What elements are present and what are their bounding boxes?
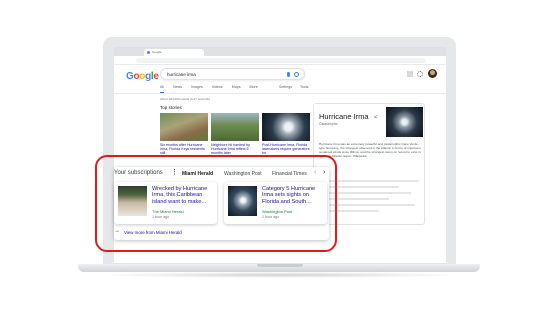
chevron-left-icon[interactable]: ‹ <box>314 169 316 176</box>
address-bar <box>114 56 446 65</box>
tab-videos[interactable]: Videos <box>212 85 223 93</box>
kp-fact-line <box>319 198 389 200</box>
top-stories-heading: Top stories <box>160 105 182 110</box>
search-query: hurricane irma <box>167 72 196 77</box>
story-headline[interactable]: Neighbors hit hardest by Hurricane Irma … <box>211 143 259 156</box>
story-card[interactable]: Post-Hurricane Irma, Florida lawmakers r… <box>262 113 310 156</box>
search-input[interactable]: hurricane irma <box>160 68 305 80</box>
browser-tab-title: Google <box>152 50 162 54</box>
knowledge-panel-subtitle: Catastrophe <box>319 122 338 126</box>
news-headline[interactable]: Category 5 Hurricane Irma sets sights on… <box>262 186 325 205</box>
stage: Google Google hurricane irma All News Im… <box>0 0 560 315</box>
news-source: Washington Post <box>262 209 293 214</box>
tab-settings[interactable]: Settings <box>279 85 292 89</box>
avatar[interactable] <box>428 69 437 78</box>
view-more-link[interactable]: View more from Miami Herald <box>124 230 182 235</box>
more-options-icon[interactable]: ⋮ <box>171 169 178 176</box>
browser-tabbar: Google <box>114 47 446 63</box>
chevron-right-icon[interactable]: › <box>323 169 325 176</box>
laptop-shadow <box>96 272 464 278</box>
news-card[interactable]: Category 5 Hurricane Irma sets sights on… <box>224 182 327 224</box>
tab-more[interactable]: More <box>250 85 258 93</box>
story-headline[interactable]: Six months after Hurricane Irma, Florida… <box>160 143 208 156</box>
search-tools: Settings Tools <box>279 85 308 89</box>
tab-all[interactable]: All <box>160 85 164 93</box>
story-card[interactable]: Six months after Hurricane Irma, Florida… <box>160 113 208 156</box>
google-logo[interactable]: Google <box>126 71 159 82</box>
story-image <box>160 113 208 141</box>
knowledge-panel-title: Hurricane Irma <box>319 112 369 121</box>
share-icon[interactable]: < <box>374 115 378 121</box>
tab-washington-post[interactable]: Washington Post <box>224 171 262 177</box>
google-favicon-icon <box>147 51 150 54</box>
subscriptions-card: Your subscriptions ⋮ Miami Herald Washin… <box>114 167 329 240</box>
story-image <box>211 113 259 141</box>
laptop-notch <box>257 264 303 267</box>
kp-fact-line <box>319 192 411 194</box>
divider <box>114 93 446 94</box>
news-image <box>118 186 147 216</box>
tab-images[interactable]: Images <box>191 85 203 93</box>
search-tabs: All News Images Videos Maps More <box>160 85 258 93</box>
microphone-icon[interactable] <box>287 72 290 77</box>
knowledge-panel-image[interactable] <box>386 107 423 137</box>
tab-financial-times[interactable]: Financial Times <box>272 171 307 177</box>
tab-tools[interactable]: Tools <box>300 85 308 89</box>
story-image <box>262 113 310 141</box>
browser-tab[interactable]: Google <box>144 49 204 56</box>
result-stats: About 484,000 results (0.47 seconds) <box>160 97 210 101</box>
kp-fact-line <box>319 204 415 206</box>
news-image <box>228 186 257 216</box>
tab-miami-herald[interactable]: Miami Herald <box>182 171 213 177</box>
arrow-right-icon[interactable]: → <box>114 228 120 234</box>
news-headline[interactable]: Wrecked by Hurricane Irma, this Caribbea… <box>152 186 215 205</box>
url-field[interactable] <box>136 58 426 63</box>
knowledge-panel-description: Hurricane Irma was an extremely powerful… <box>319 142 421 158</box>
tab-maps[interactable]: Maps <box>232 85 241 93</box>
story-card[interactable]: Neighbors hit hardest by Hurricane Irma … <box>211 113 259 156</box>
story-headline[interactable]: Post-Hurricane Irma, Florida lawmakers r… <box>262 143 310 156</box>
news-time: 1 hour ago <box>262 215 280 219</box>
apps-grid-icon[interactable] <box>407 71 413 77</box>
gear-icon[interactable] <box>417 71 423 77</box>
kp-fact-line <box>319 186 399 188</box>
news-time: 1 hour ago <box>152 215 170 219</box>
knowledge-panel: Hurricane Irma Catastrophe < Hurricane I… <box>313 103 425 225</box>
news-source: The Miami Herald <box>152 209 184 214</box>
tab-news[interactable]: News <box>173 85 182 93</box>
subscriptions-title: Your subscriptions <box>114 170 163 176</box>
search-icon[interactable] <box>294 71 299 77</box>
news-card[interactable]: Wrecked by Hurricane Irma, this Caribbea… <box>114 182 217 224</box>
kp-fact-line <box>319 180 419 182</box>
